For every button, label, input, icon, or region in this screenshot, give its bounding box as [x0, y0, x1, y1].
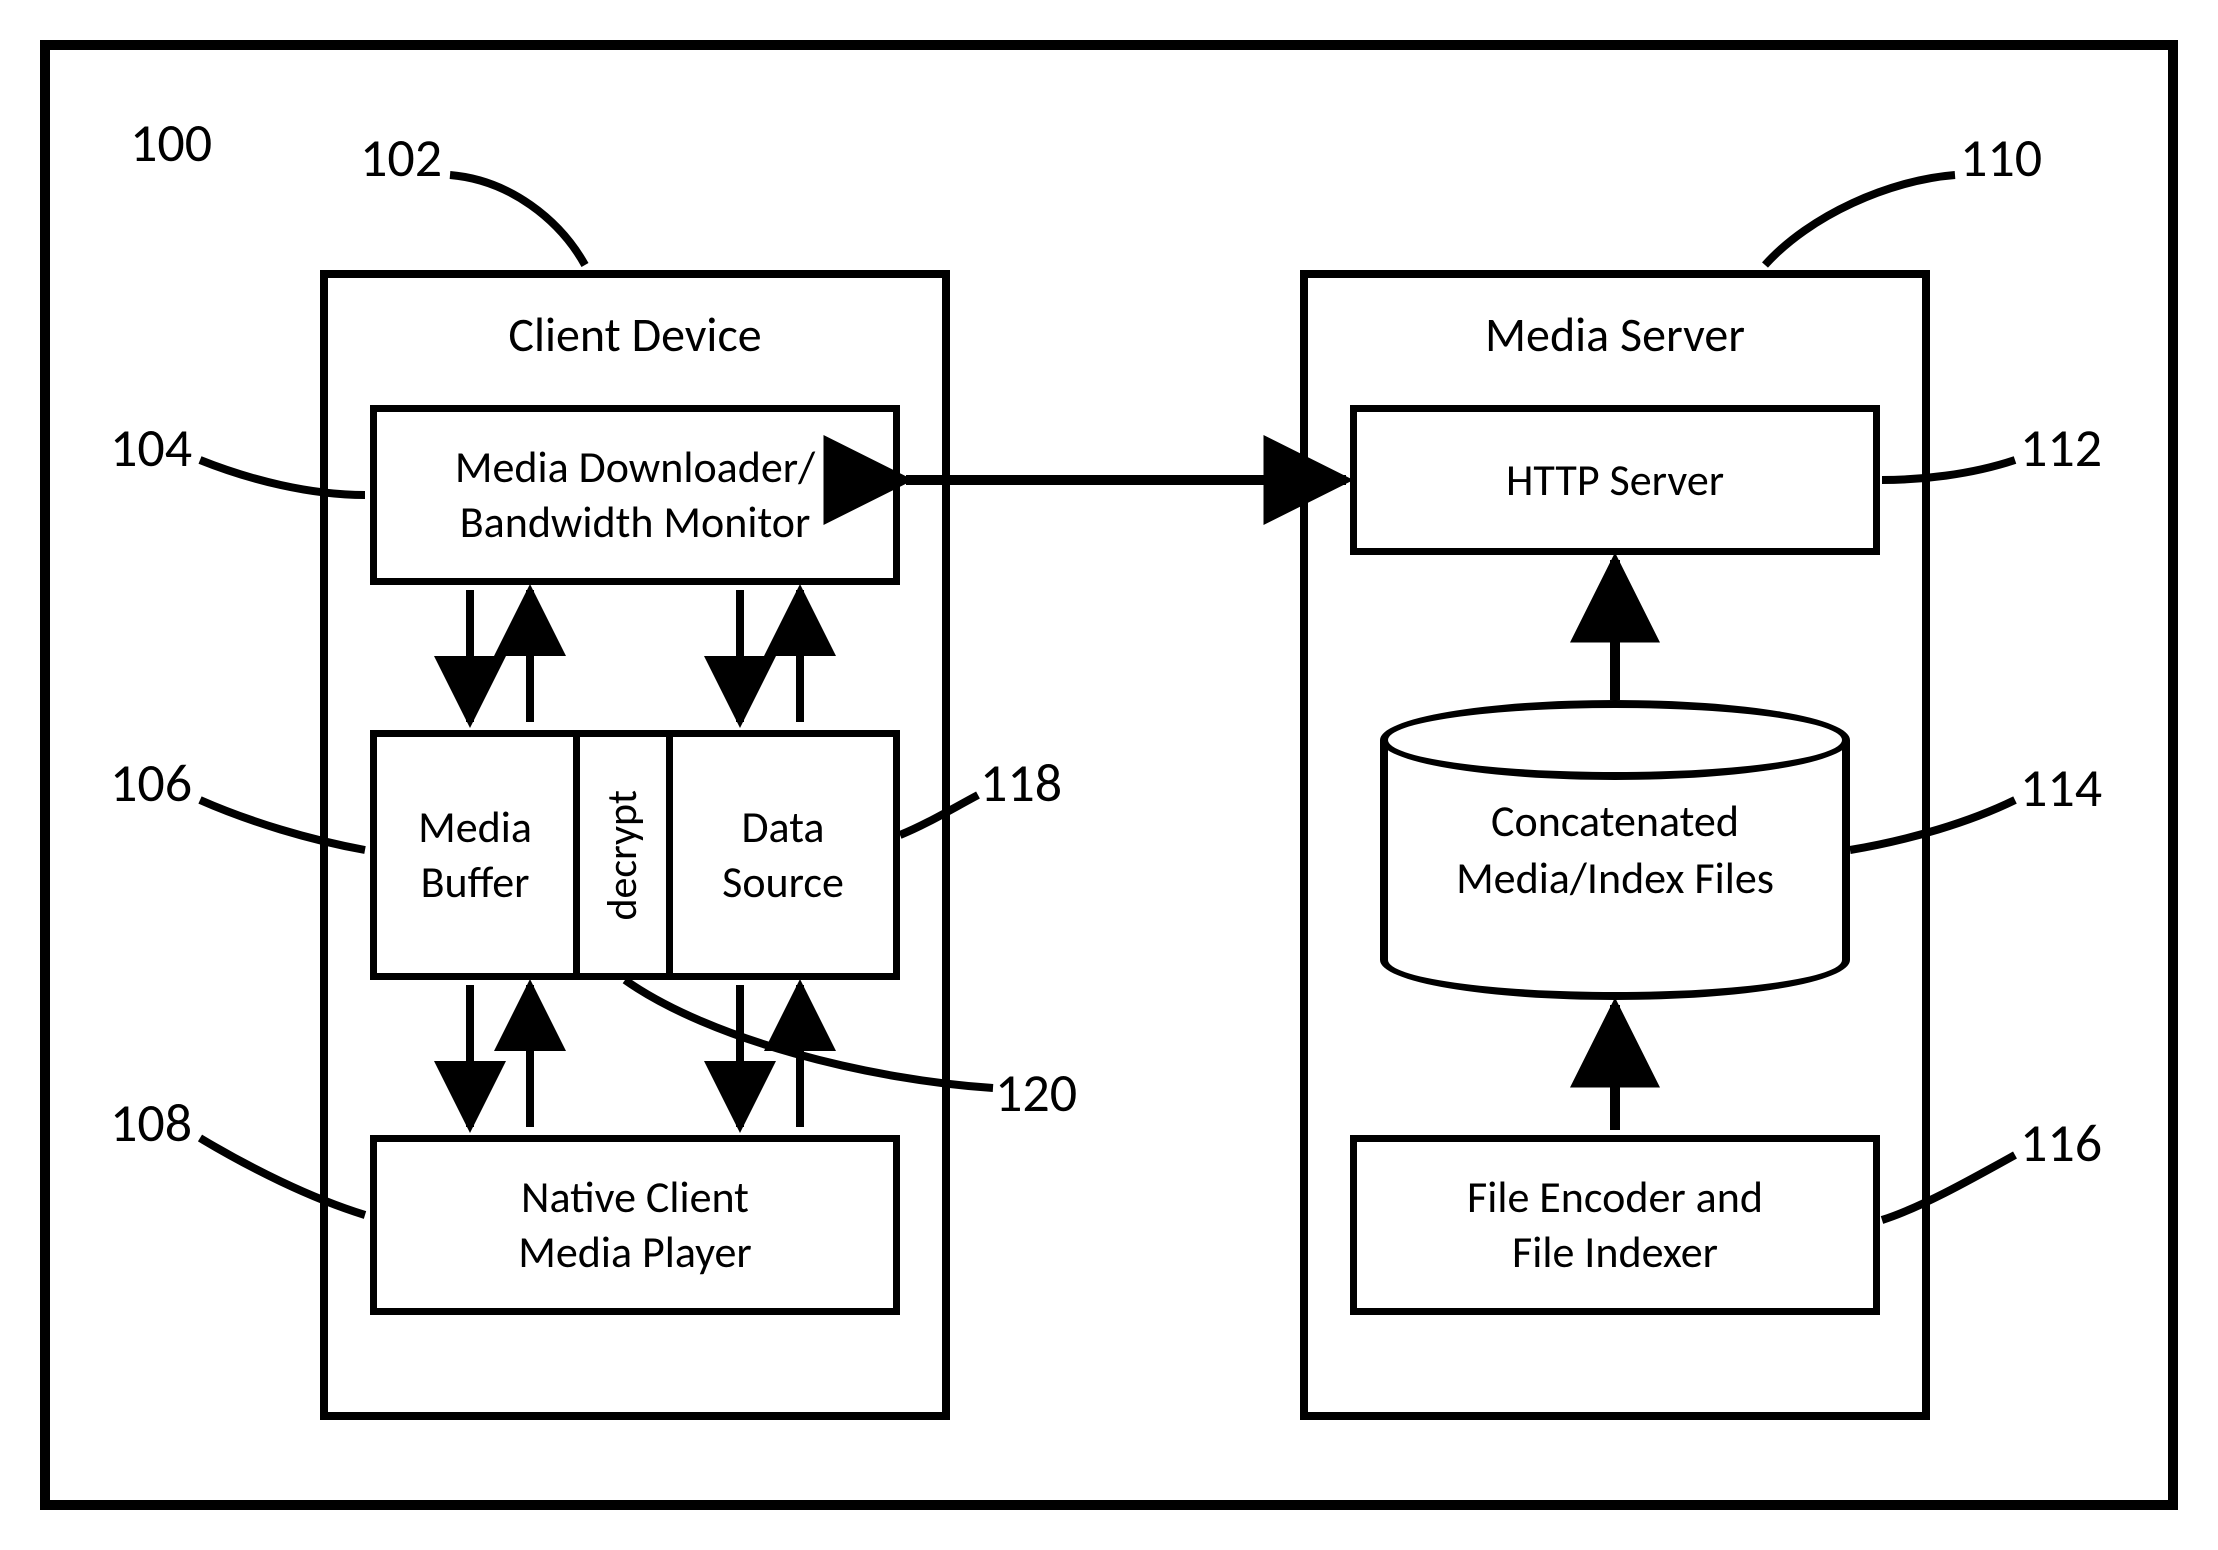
media-downloader-box: Media Downloader/ Bandwidth Monitor — [370, 405, 900, 585]
ref-client-device: 102 — [360, 125, 442, 191]
decrypt-box: decrypt — [573, 730, 673, 980]
decrypt-label: decrypt — [597, 790, 650, 921]
data-source-box: Data Source — [666, 730, 900, 980]
ref-file-encoder: 116 — [2020, 1110, 2102, 1176]
concat-files-cylinder: Concatenated Media/Index Files — [1380, 700, 1850, 1000]
ref-media-buffer: 106 — [110, 750, 192, 816]
ref-http-server: 112 — [2020, 415, 2102, 481]
http-server-box: HTTP Server — [1350, 405, 1880, 555]
ref-system: 100 — [130, 110, 212, 176]
file-encoder-box: File Encoder and File Indexer — [1350, 1135, 1880, 1315]
ref-decrypt: 120 — [995, 1060, 1077, 1126]
ref-media-server: 110 — [1960, 125, 2042, 191]
ref-data-source: 118 — [980, 750, 1062, 816]
media-buffer-box: Media Buffer — [370, 730, 580, 980]
system-diagram: 100 102 104 106 108 110 112 114 116 118 … — [40, 40, 2178, 1510]
client-device-title: Client Device — [480, 305, 790, 364]
ref-concat-files: 114 — [2020, 755, 2102, 821]
ref-media-downloader: 104 — [110, 415, 192, 481]
native-player-box: Native Client Media Player — [370, 1135, 900, 1315]
media-server-title: Media Server — [1460, 305, 1770, 364]
ref-native-player: 108 — [110, 1090, 192, 1156]
